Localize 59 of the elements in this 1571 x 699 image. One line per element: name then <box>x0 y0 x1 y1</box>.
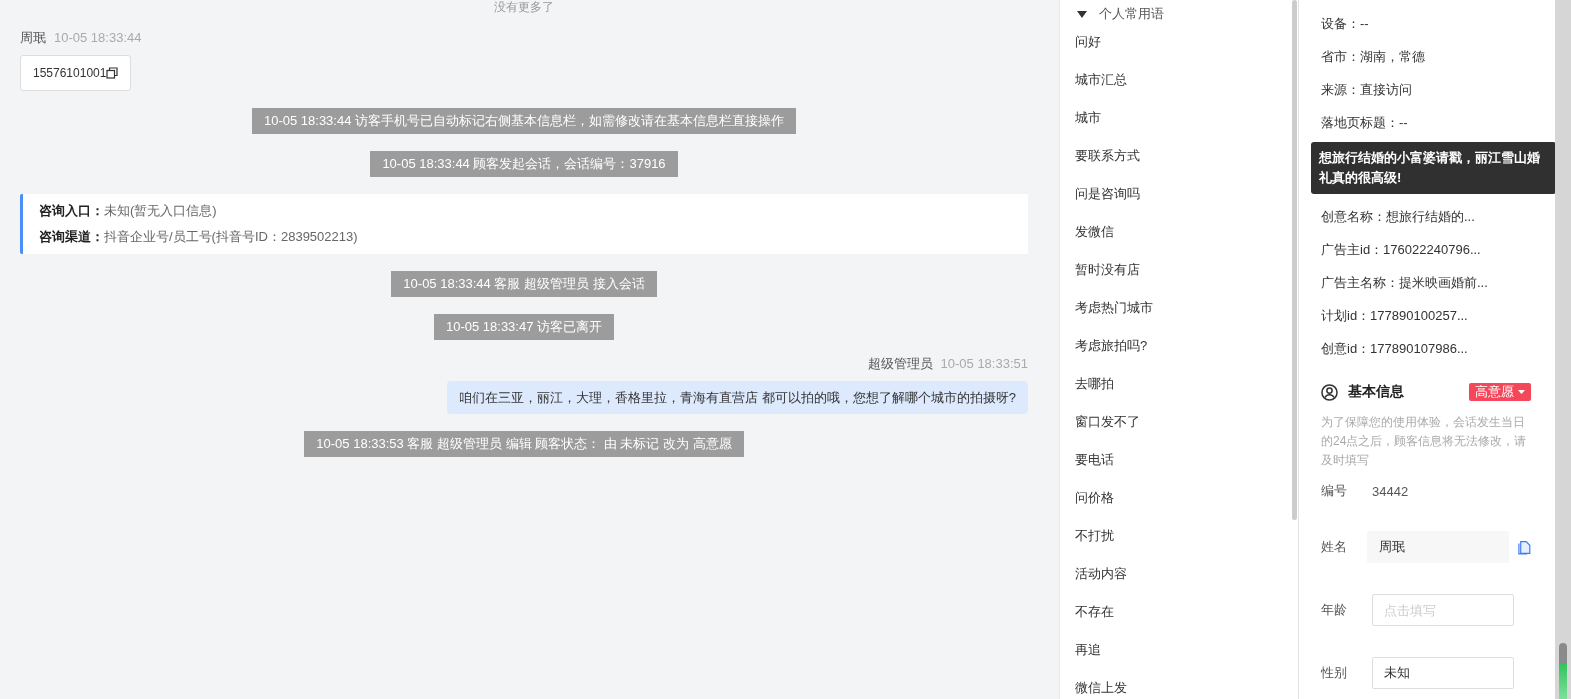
phrase-item[interactable]: 去哪拍 <box>1060 365 1298 403</box>
info-row-text: 来源：直接访问 <box>1321 81 1413 99</box>
phrase-item[interactable]: 问好 <box>1060 23 1298 61</box>
info-row-text: 设备：-- <box>1321 15 1370 33</box>
sender-name: 超级管理员 <box>867 357 933 371</box>
message-bubble: 咱们在三亚，丽江，大理，香格里拉，青海有直营店 都可以拍的哦，您想了解哪个城市的拍摄呀? <box>447 381 1028 414</box>
phrase-item[interactable]: 要联系方式 <box>1060 137 1298 175</box>
info-row-text: 广告主名称：提米映画婚前... <box>1321 274 1489 292</box>
scrollbar-thumb[interactable] <box>1559 643 1567 699</box>
phrase-item[interactable]: 不打扰 <box>1060 517 1298 555</box>
sender-name: 周珉 <box>20 31 46 45</box>
tooltip: 想旅行结婚的小富婆请戳，丽江雪山婚礼真的很高级! <box>1311 142 1556 194</box>
system-message: 10-05 18:33:44 顾客发起会话，会话编号：37916 <box>370 151 678 177</box>
field-label: 性别 <box>1321 664 1348 682</box>
input-field[interactable]: 未知 <box>1372 657 1514 689</box>
phrase-item[interactable]: 暂时没有店 <box>1060 251 1298 289</box>
info-row-text: 创意id：177890107986... <box>1321 340 1469 358</box>
field-label: 年龄 <box>1321 601 1348 619</box>
info-label: 咨询入口： <box>39 202 104 220</box>
info-label: 咨询渠道： <box>39 228 104 246</box>
phrase-item[interactable]: 城市 <box>1060 99 1298 137</box>
info-row-text: 落地页标题：-- <box>1321 114 1409 132</box>
system-message: 10-05 18:33:47 访客已离开 <box>433 314 615 340</box>
field-label: 编号 <box>1321 482 1348 500</box>
intent-dropdown[interactable]: 高意愿 <box>1469 383 1531 401</box>
phrase-item[interactable]: 发微信 <box>1060 213 1298 251</box>
system-message: 10-05 18:33:44 访客手机号已自动标记右侧基本信息栏，如需修改请在基本信息栏直接操作 <box>251 108 797 134</box>
info-value: 未知(暂无入口信息) <box>104 202 217 220</box>
phrase-item[interactable]: 不存在 <box>1060 593 1298 631</box>
info-row-text: 广告主id：176022240796... <box>1321 241 1482 259</box>
phrase-item[interactable]: 微信上发 <box>1060 669 1298 699</box>
copy-icon <box>106 67 119 79</box>
phrase-item[interactable]: 城市汇总 <box>1060 61 1298 99</box>
user-icon <box>1321 383 1338 401</box>
message-time: 10-05 18:33:51 <box>940 357 1028 371</box>
phrase-item[interactable]: 窗口发不了 <box>1060 403 1298 441</box>
scrollbar[interactable] <box>1292 0 1297 520</box>
notice-text: 为了保障您的使用体验，会话发生当日的24点之后，顾客信息将无法修改，请及时填写 <box>1321 414 1528 469</box>
phrase-item[interactable]: 活动内容 <box>1060 555 1298 593</box>
field-value: 34442 <box>1372 483 1409 499</box>
system-message: 10-05 18:33:53 客服 超级管理员 编辑 顾客状态： 由 未标记 改为 高意愿 <box>304 431 744 457</box>
phrase-item[interactable]: 要电话 <box>1060 441 1298 479</box>
info-row-text: 计划id：177890100257... <box>1321 307 1469 325</box>
group-title[interactable]: 个人常用语 <box>1099 5 1164 23</box>
caret-icon <box>1518 390 1525 394</box>
phrase-item[interactable]: 问价格 <box>1060 479 1298 517</box>
info-row-text: 创意名称：想旅行结婚的... <box>1321 208 1476 226</box>
no-more-text: 没有更多了 <box>494 0 554 14</box>
phrase-item[interactable]: 考虑热门城市 <box>1060 289 1298 327</box>
phrase-item[interactable]: 问是咨询吗 <box>1060 175 1298 213</box>
info-value: 抖音企业号/员工号(抖音号ID：2839502213) <box>104 228 358 246</box>
info-row-text: 省市：湖南，常德 <box>1321 48 1426 66</box>
message-time: 10-05 18:33:44 <box>54 31 142 45</box>
message-bubble: 15576101001 <box>20 55 132 91</box>
system-message: 10-05 18:33:44 客服 超级管理员 接入会话 <box>391 271 657 297</box>
section-title: 基本信息 <box>1348 383 1405 401</box>
phrase-item[interactable]: 考虑旅拍吗? <box>1060 327 1298 365</box>
phrase-item[interactable]: 再追 <box>1060 631 1298 669</box>
field-label: 姓名 <box>1321 538 1348 556</box>
